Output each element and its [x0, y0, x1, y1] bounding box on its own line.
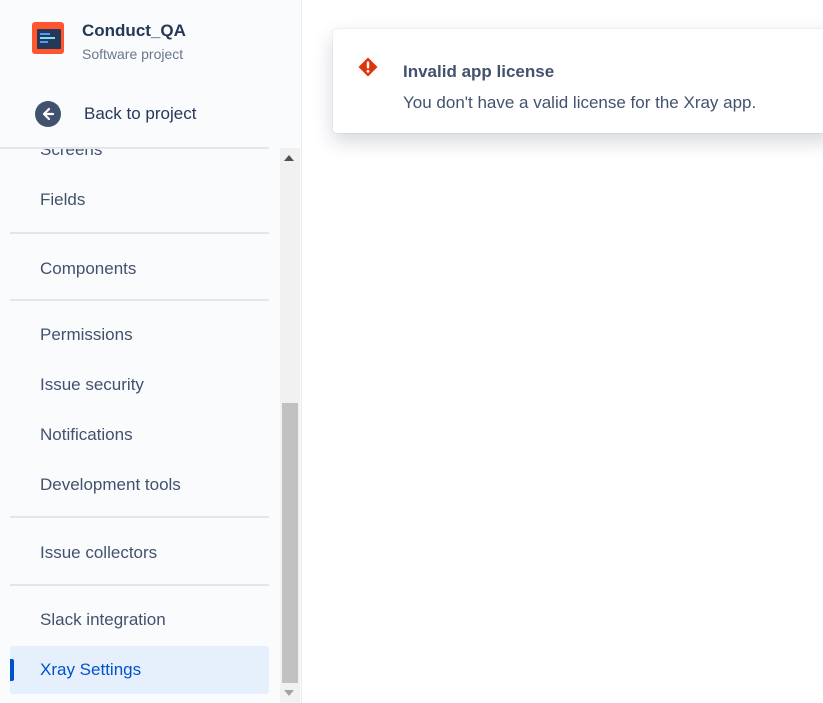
scroll-down-icon[interactable] — [284, 690, 294, 696]
flag-title: Invalid app license — [403, 62, 554, 82]
sidebar-item-issue-collectors[interactable]: Issue collectors — [10, 529, 269, 577]
sidebar-item-fields[interactable]: Fields — [10, 176, 269, 224]
project-sidebar: Conduct_QA Software project Back to proj… — [0, 0, 302, 703]
project-avatar-icon — [32, 22, 64, 54]
project-header[interactable]: Conduct_QA Software project — [32, 22, 186, 62]
sidebar-item-issue-security[interactable]: Issue security — [10, 361, 269, 409]
flag-description: You don't have a valid license for the X… — [403, 93, 756, 113]
nav-divider — [10, 516, 269, 518]
back-to-project-link[interactable]: Back to project — [35, 101, 196, 127]
sidebar-item-slack-integration[interactable]: Slack integration — [10, 596, 269, 644]
back-to-project-label: Back to project — [84, 104, 196, 124]
nav-top-divider — [0, 147, 269, 149]
scroll-up-icon[interactable] — [284, 155, 294, 161]
sidebar-item-notifications[interactable]: Notifications — [10, 411, 269, 459]
sidebar-item-screens[interactable]: Screens — [10, 148, 269, 174]
error-icon — [358, 57, 378, 77]
sidebar-item-components[interactable]: Components — [10, 245, 269, 293]
nav-divider — [10, 584, 269, 586]
sidebar-item-xray-settings[interactable]: Xray Settings — [10, 646, 269, 694]
nav-divider — [10, 232, 269, 234]
project-type: Software project — [82, 46, 186, 62]
sidebar-item-permissions[interactable]: Permissions — [10, 311, 269, 359]
sidebar-scrollbar[interactable] — [280, 148, 300, 703]
sidebar-item-development-tools[interactable]: Development tools — [10, 461, 269, 509]
arrow-left-icon — [35, 101, 61, 127]
nav-divider — [10, 299, 269, 301]
scroll-thumb[interactable] — [282, 403, 298, 683]
project-name: Conduct_QA — [82, 22, 186, 40]
sidebar-nav: Screens Fields Components Permissions Is… — [0, 148, 280, 703]
error-flag: Invalid app license You don't have a val… — [333, 29, 823, 133]
